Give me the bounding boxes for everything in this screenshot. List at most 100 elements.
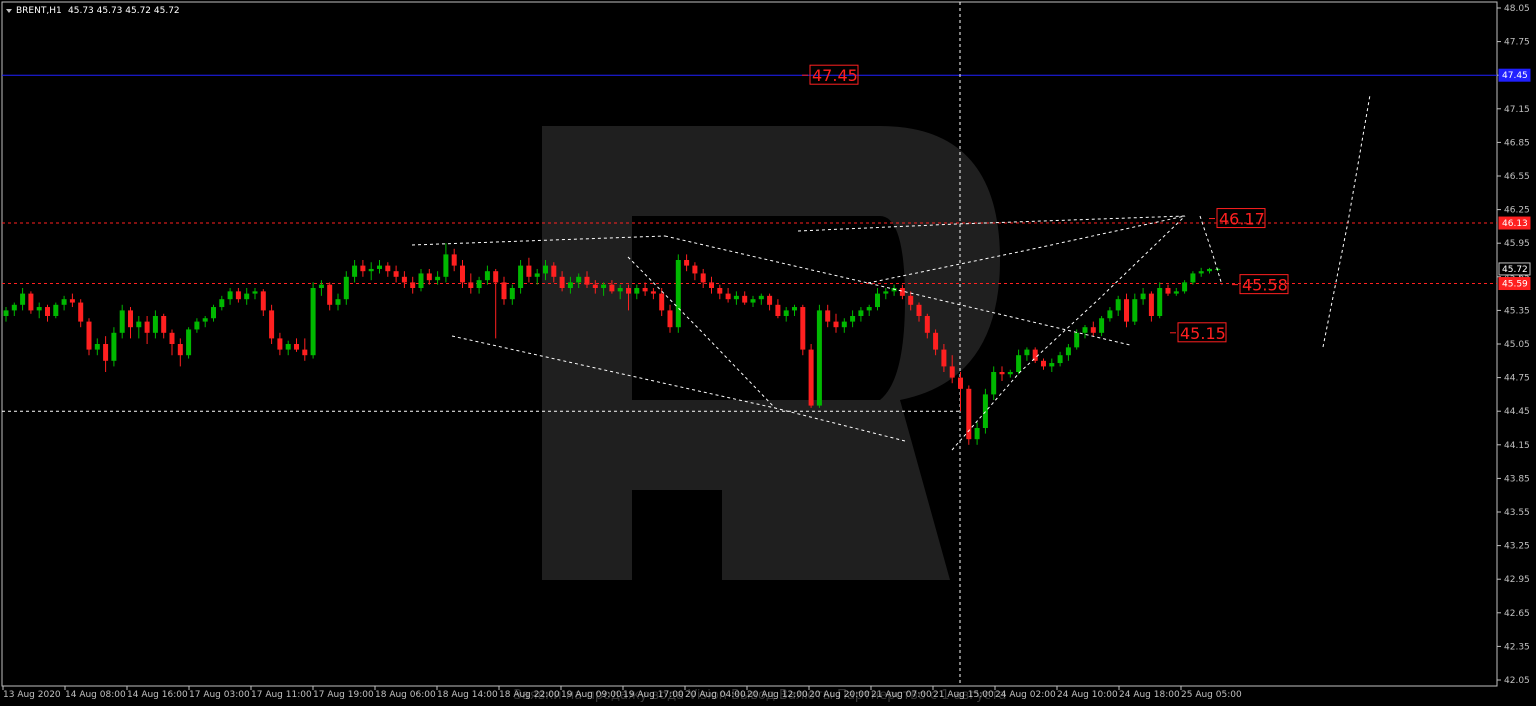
candle-body xyxy=(335,299,341,305)
candle-body xyxy=(966,388,972,440)
symbol-label: BRENT,H1 xyxy=(16,6,62,16)
candle-body xyxy=(169,332,175,344)
candle-body xyxy=(343,276,349,300)
candle-body xyxy=(128,310,133,328)
candle-body xyxy=(692,265,698,274)
candle-body xyxy=(86,321,92,350)
candle-body xyxy=(1090,327,1096,333)
candle-body xyxy=(949,366,955,378)
candle-body xyxy=(908,295,914,305)
candle-body xyxy=(725,293,731,300)
candle-body xyxy=(302,349,308,356)
candle-body xyxy=(1165,288,1171,294)
candle-body xyxy=(186,329,192,356)
candle-body xyxy=(584,276,590,285)
candle-body xyxy=(119,310,125,333)
candle-body xyxy=(916,304,922,316)
candle-body xyxy=(393,271,399,277)
candle-body xyxy=(991,372,997,395)
candle-body xyxy=(924,316,930,333)
candle-body xyxy=(1049,363,1055,367)
y-tick-label: 43.55 xyxy=(1504,508,1530,518)
x-tick-label: 17 Aug 11:00 xyxy=(251,690,312,700)
candle-body xyxy=(534,273,540,277)
x-tick-label: 25 Aug 05:00 xyxy=(1181,690,1242,700)
candle-body xyxy=(667,310,673,328)
candle-body xyxy=(1065,347,1071,356)
y-tick-label: 45.05 xyxy=(1504,340,1530,350)
candle-body xyxy=(476,280,482,288)
candle-body xyxy=(1041,360,1046,367)
candle-body xyxy=(418,273,424,288)
candle-body xyxy=(501,282,507,300)
candle-body xyxy=(518,265,524,288)
candle-body xyxy=(509,288,515,300)
candle-body xyxy=(551,265,557,277)
x-tick-label: 24 Aug 10:00 xyxy=(1057,690,1118,700)
candle-body xyxy=(559,276,565,288)
candle-body xyxy=(899,288,905,296)
candle-body xyxy=(816,310,822,406)
candle-body xyxy=(1157,288,1163,316)
bottom-watermark-text: Заявки на продажу вода Vision Вывод Валю… xyxy=(514,688,1007,703)
candle-body xyxy=(327,284,333,305)
candle-body xyxy=(1115,299,1121,311)
y-tick-label: 46.25 xyxy=(1504,206,1530,216)
candle-body xyxy=(733,295,739,300)
x-tick-label: 18 Aug 14:00 xyxy=(437,690,498,700)
candle-body xyxy=(1007,372,1013,375)
candle-body xyxy=(20,293,26,305)
candle-body xyxy=(808,349,814,406)
candle-body xyxy=(941,349,947,367)
x-tick-label: 14 Aug 08:00 xyxy=(65,690,126,700)
candle-body xyxy=(1016,355,1022,372)
candle-body xyxy=(783,310,789,316)
level-label: 45.58 xyxy=(1242,276,1288,295)
candle-body xyxy=(1099,318,1105,333)
candle-body xyxy=(767,295,773,305)
candle-body xyxy=(235,291,241,300)
candle-body xyxy=(426,273,432,281)
candle-body xyxy=(410,282,416,288)
candle-body xyxy=(1190,273,1196,283)
candle-body xyxy=(1074,332,1080,348)
level-label: 46.17 xyxy=(1219,210,1265,229)
y-tick-label: 46.55 xyxy=(1504,172,1530,182)
candle-body xyxy=(252,291,258,294)
y-tick-label: 45.35 xyxy=(1504,306,1530,316)
candle-body xyxy=(460,265,465,283)
candle-body xyxy=(609,284,615,292)
candle-body xyxy=(974,428,980,440)
candle-body xyxy=(1124,299,1129,322)
candle-body xyxy=(841,321,847,328)
y-tick-label: 45.95 xyxy=(1504,239,1530,249)
candle-body xyxy=(443,254,449,277)
level-label: 45.15 xyxy=(1180,324,1226,343)
candle-body xyxy=(385,265,391,272)
y-tick-label: 47.15 xyxy=(1504,105,1530,115)
candle-body xyxy=(1140,293,1146,300)
candle-body xyxy=(742,295,748,303)
candle-body xyxy=(36,307,42,311)
y-tick-label: 46.85 xyxy=(1504,138,1530,148)
y-tick-label: 44.75 xyxy=(1504,374,1530,384)
candle-body xyxy=(269,310,275,339)
candle-body xyxy=(850,316,856,322)
candle-body xyxy=(617,288,623,292)
candle-body xyxy=(451,254,457,266)
candle-body xyxy=(709,282,714,288)
candle-body xyxy=(211,307,216,319)
candle-body xyxy=(999,372,1005,375)
candle-body xyxy=(1057,355,1063,364)
candle-body xyxy=(360,265,366,272)
candle-body xyxy=(401,276,407,283)
price-tag-label: 46.13 xyxy=(1502,219,1528,229)
candle-body xyxy=(792,307,797,311)
price-chart[interactable]: 47.45 46.17 45.58 45.15 48.05 47.75 47.45 47.1… xyxy=(0,0,1536,706)
candle-body xyxy=(1173,291,1179,294)
candle-body xyxy=(318,284,324,288)
candle-body xyxy=(576,276,582,283)
candle-body xyxy=(526,265,532,277)
candle-body xyxy=(750,299,756,303)
candle-body xyxy=(567,282,573,288)
